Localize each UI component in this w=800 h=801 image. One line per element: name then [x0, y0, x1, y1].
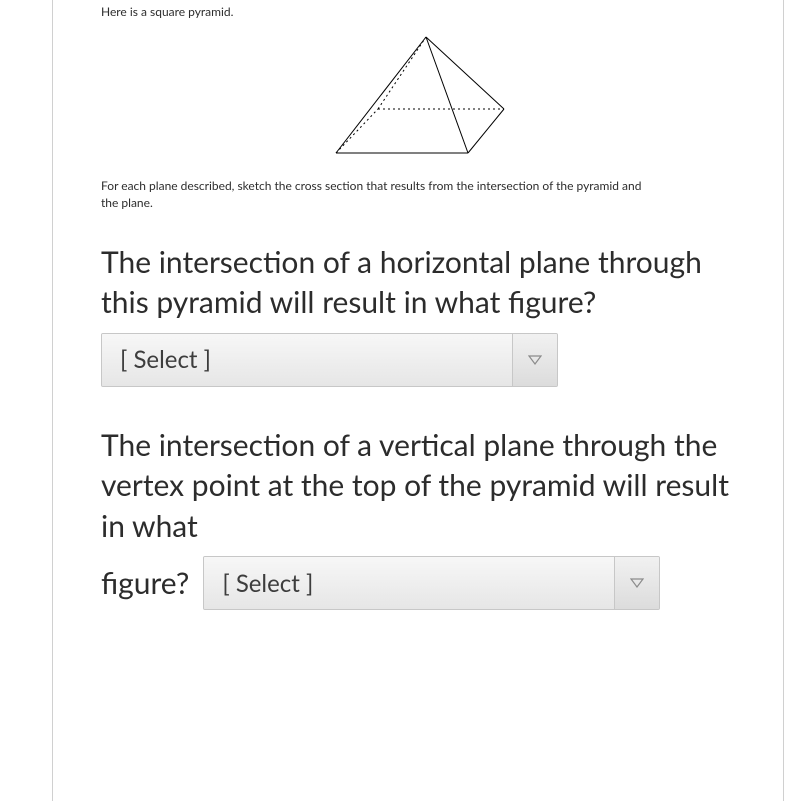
chevron-down-icon — [528, 355, 542, 365]
question-2-trailing-label: figure? — [101, 563, 189, 604]
question-2-row: figure? [ Select ] — [101, 556, 735, 610]
pyramid-figure — [101, 31, 735, 161]
question-1-select-toggle[interactable] — [513, 334, 557, 386]
question-2-select-value: [ Select ] — [204, 557, 615, 609]
question-2-text: The intersection of a vertical plane thr… — [101, 425, 735, 547]
square-pyramid-icon — [318, 31, 518, 161]
page-root: Here is a square pyramid. For each plane… — [0, 0, 800, 801]
question-1-select[interactable]: [ Select ] — [101, 333, 558, 387]
question-2-select-toggle[interactable] — [615, 557, 659, 609]
intro-text: Here is a square pyramid. — [101, 4, 735, 21]
question-2-select[interactable]: [ Select ] — [203, 556, 660, 610]
question-1-select-value: [ Select ] — [102, 334, 513, 386]
instructions-text: For each plane described, sketch the cro… — [101, 177, 661, 212]
chevron-down-icon — [630, 578, 644, 588]
content-panel: Here is a square pyramid. For each plane… — [52, 0, 784, 801]
question-1-text: The intersection of a horizontal plane t… — [101, 242, 735, 323]
